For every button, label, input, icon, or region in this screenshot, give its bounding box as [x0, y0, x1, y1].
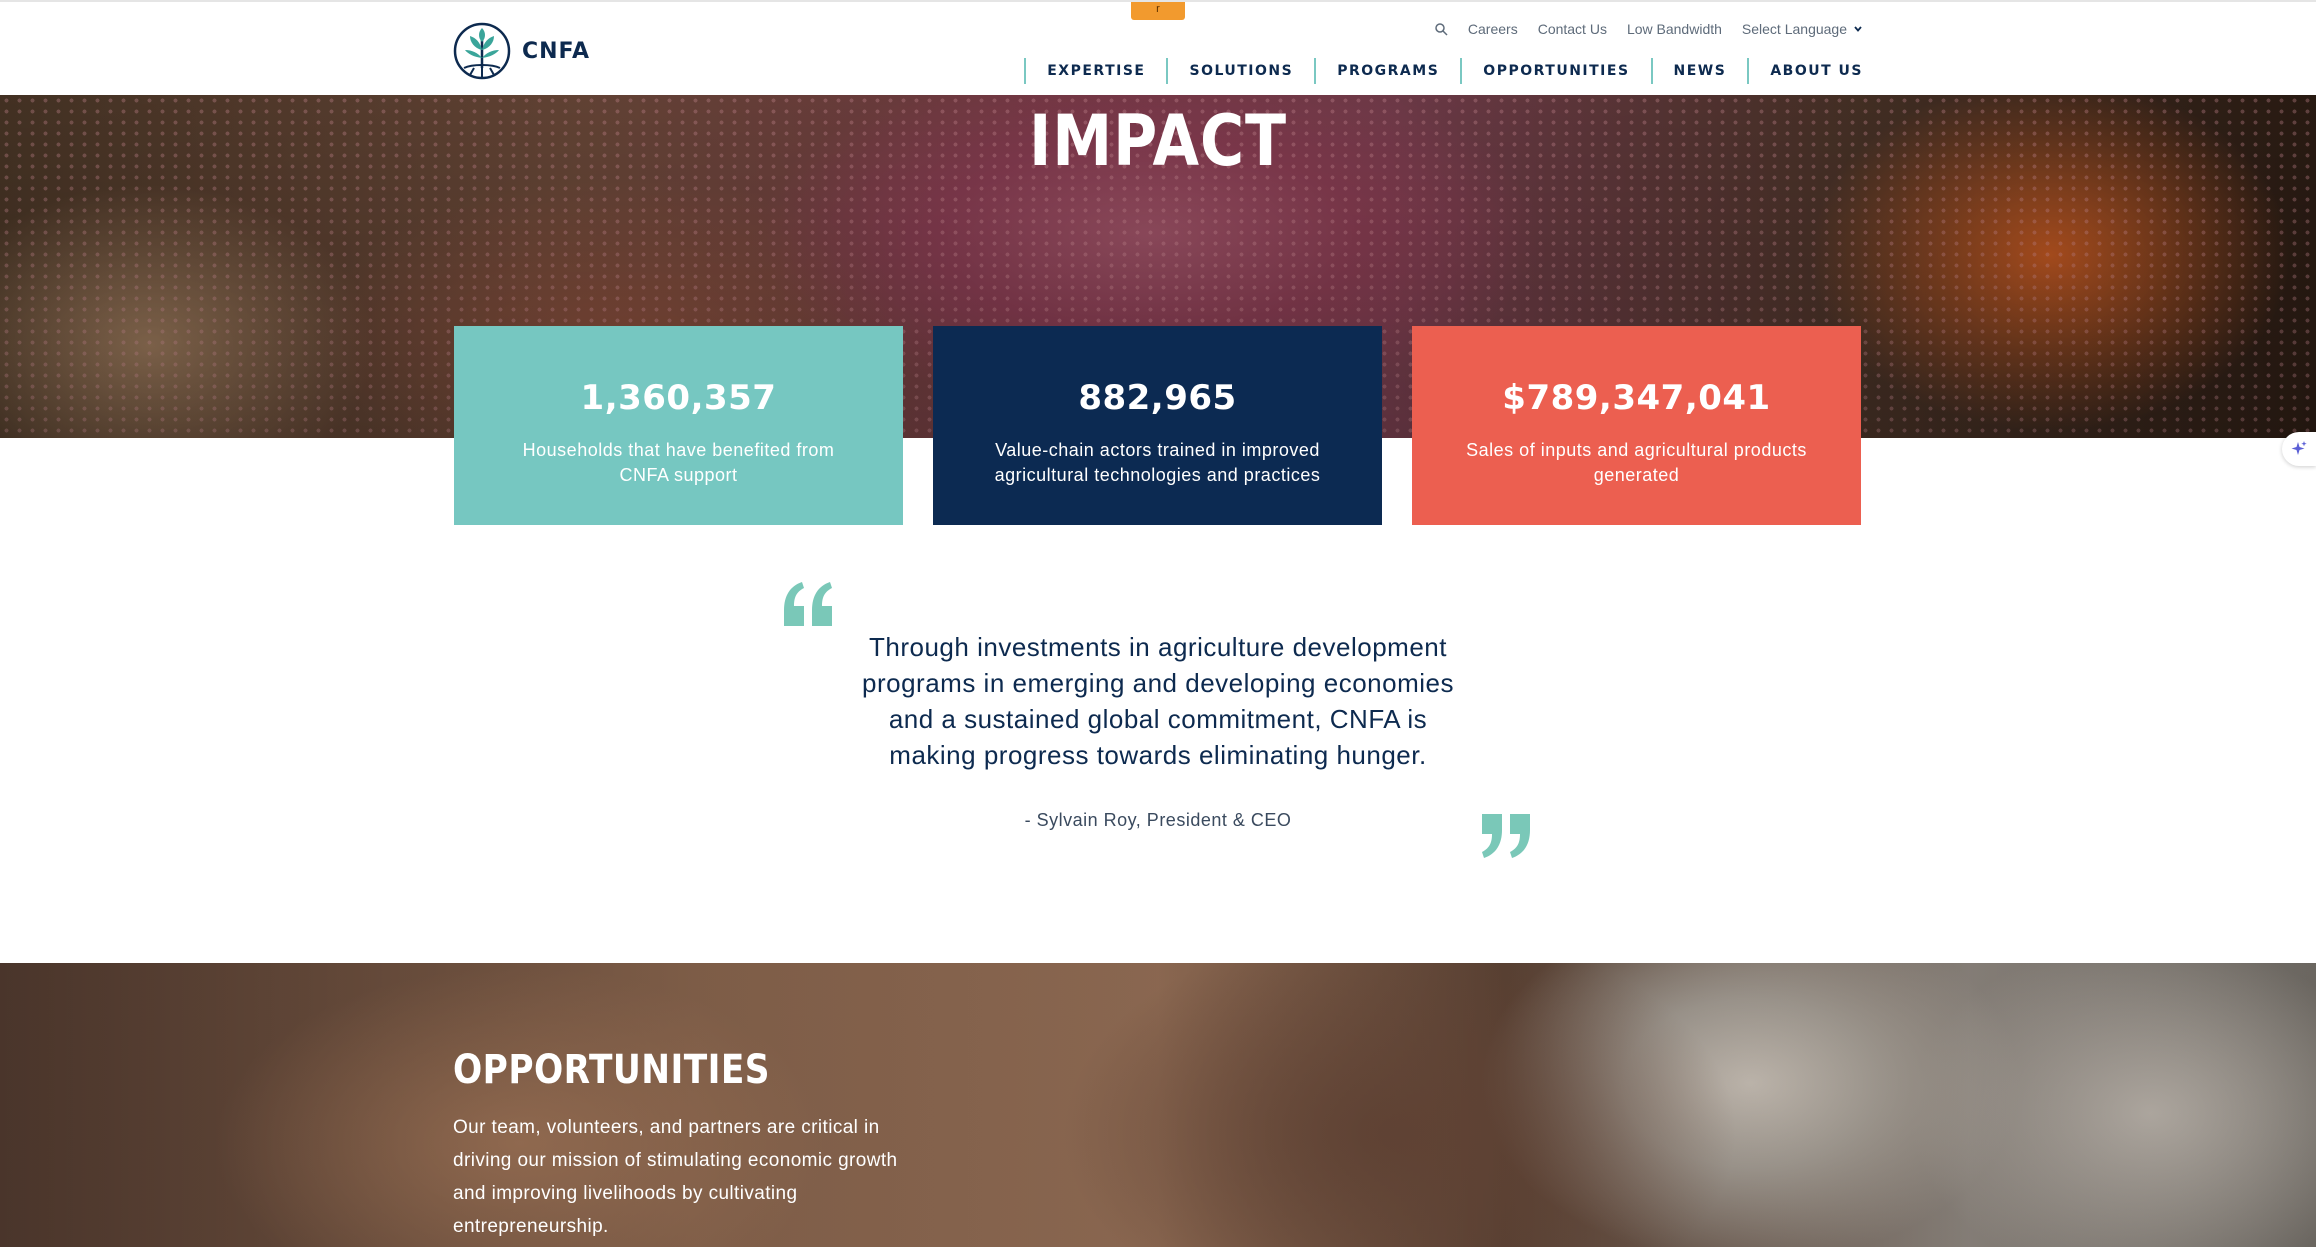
- stat-value: 882,965: [1078, 378, 1237, 418]
- nav-news[interactable]: NEWS: [1650, 58, 1748, 84]
- sparkle-icon: [2291, 441, 2307, 455]
- open-quote-icon: [784, 582, 832, 626]
- logo-text: CNFA: [522, 38, 591, 64]
- stat-label: Households that have benefited from CNFA…: [522, 440, 835, 485]
- assistant-widget[interactable]: [2282, 432, 2316, 466]
- nav-expertise[interactable]: EXPERTISE: [1024, 58, 1166, 84]
- stat-value: 1,360,357: [580, 378, 777, 418]
- close-quote-icon: [1482, 814, 1530, 858]
- stat-label: Value-chain actors trained in improved a…: [994, 440, 1321, 485]
- main-nav: EXPERTISE SOLUTIONS PROGRAMS OPPORTUNITI…: [1024, 58, 1863, 84]
- careers-link[interactable]: Careers: [1468, 21, 1518, 37]
- nav-programs[interactable]: PROGRAMS: [1314, 58, 1460, 84]
- utility-nav: Careers Contact Us Low Bandwidth Select …: [1414, 21, 1863, 37]
- language-label: Select Language: [1741, 21, 1847, 37]
- hero-title: IMPACT: [1029, 100, 1287, 182]
- cnfa-logo[interactable]: CNFA: [452, 20, 590, 82]
- low-bandwidth-link[interactable]: Low Bandwidth: [1627, 21, 1722, 37]
- chevron-down-icon: [1854, 26, 1862, 32]
- tree-logo-icon: [453, 22, 511, 80]
- site-header: r CNFA Careers Contact Us Low Bandwidth …: [0, 0, 2316, 95]
- stat-value: $789,347,041: [1502, 378, 1771, 418]
- admin-tab[interactable]: r: [1131, 2, 1185, 20]
- stat-card: $789,347,041 Sales of inputs and agricul…: [1412, 326, 1861, 525]
- quote-author: - Sylvain Roy, President & CEO: [1024, 810, 1292, 830]
- opportunities-background-image: [0, 963, 2316, 1247]
- quote-text: Through investments in agriculture devel…: [862, 632, 1454, 770]
- stat-card: 882,965 Value-chain actors trained in im…: [933, 326, 1382, 525]
- search-icon[interactable]: [1434, 22, 1448, 36]
- opportunities-section: OPPORTUNITIES Our team, volunteers, and …: [0, 963, 2316, 1247]
- contact-link[interactable]: Contact Us: [1538, 21, 1607, 37]
- impact-stats: 1,360,357 Households that have benefited…: [454, 326, 1861, 525]
- stat-card: 1,360,357 Households that have benefited…: [454, 326, 903, 525]
- stat-label: Sales of inputs and agricultural product…: [1466, 440, 1807, 485]
- language-select[interactable]: Select Language: [1742, 21, 1863, 37]
- nav-about-us[interactable]: ABOUT US: [1747, 58, 1863, 84]
- nav-opportunities[interactable]: OPPORTUNITIES: [1460, 58, 1650, 84]
- nav-solutions[interactable]: SOLUTIONS: [1166, 58, 1314, 84]
- opportunities-text: Our team, volunteers, and partners are c…: [453, 1117, 898, 1237]
- opportunities-title: OPPORTUNITIES: [453, 1047, 770, 1093]
